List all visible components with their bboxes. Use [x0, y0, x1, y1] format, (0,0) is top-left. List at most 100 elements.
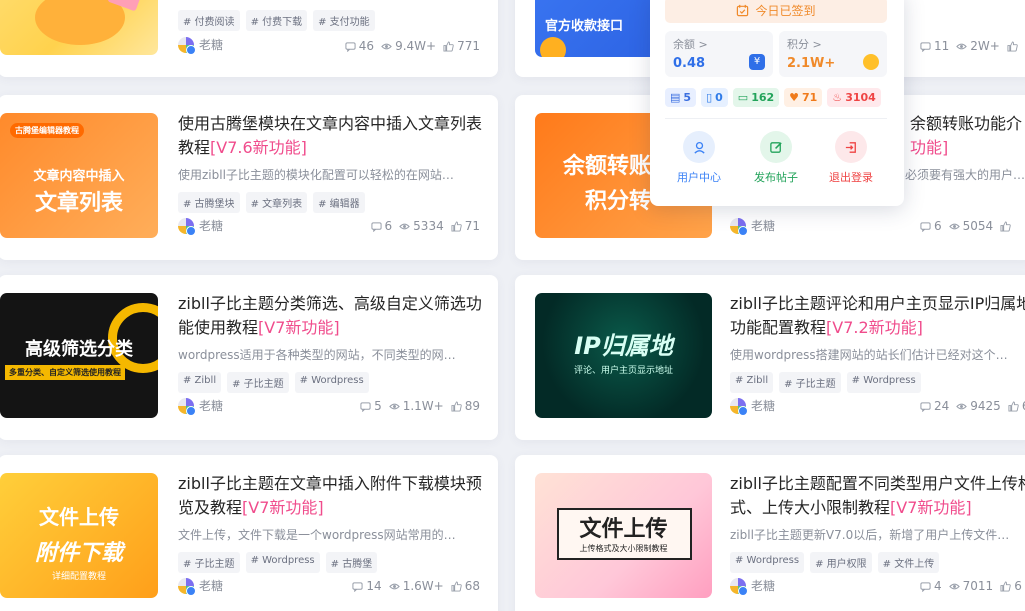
- post-author[interactable]: 老糖: [178, 577, 223, 596]
- user-stat-badges: ▤ 5 ▯ 0 ▭ 162 ♥ 71 ♨ 3104: [665, 88, 881, 107]
- comment-count: 5: [360, 399, 382, 413]
- tag-chip[interactable]: # 支付功能: [313, 10, 375, 31]
- post-card[interactable]: 文件上传 附件下载 详细配置教程 zibll子比主题在文章中插入附件下载模块预览…: [0, 455, 498, 611]
- post-stats: 14 1.6W+ 68: [352, 579, 480, 593]
- favorites-count-badge[interactable]: ▯ 0: [701, 88, 728, 107]
- post-author[interactable]: 老糖: [178, 217, 224, 236]
- post-stats: 6 5334 71: [370, 219, 480, 233]
- post-author[interactable]: 老糖: [178, 397, 224, 416]
- tag-chip[interactable]: # 子比主题: [178, 552, 240, 573]
- tag-chip[interactable]: # Wordpress: [245, 552, 320, 573]
- tag-chip[interactable]: # 子比主题: [779, 372, 841, 393]
- post-card[interactable]: IP归属地 评论、用户主页显示地址 zibll子比主题评论和用户主页显示IP归属…: [515, 275, 1025, 440]
- divider: [665, 118, 887, 119]
- thumbs-up-icon: [451, 220, 462, 232]
- tag-chip[interactable]: # Wordpress: [846, 372, 921, 393]
- comment-icon: [345, 41, 356, 52]
- post-title[interactable]: zibll子比主题评论和用户主页显示IP归属地功能配置教程[V7.2新功能]: [730, 292, 1025, 340]
- post-stats: 24 9425 6: [920, 399, 1025, 413]
- post-thumbnail[interactable]: 高级筛选分类 多重分类、自定义筛选使用教程: [0, 293, 158, 418]
- view-count: 1.6W+: [388, 579, 444, 593]
- comment-icon: [352, 581, 364, 592]
- points-card[interactable]: 积分 > 2.1W+: [779, 31, 887, 77]
- post-author[interactable]: 老糖: [730, 217, 775, 236]
- popularity-count-badge[interactable]: ♨ 3104: [827, 88, 881, 107]
- posts-count-badge[interactable]: ▤ 5: [665, 88, 697, 107]
- like-count[interactable]: 89: [451, 399, 480, 413]
- view-count: 5334: [399, 219, 444, 233]
- post-thumbnail[interactable]: 文件上传 上传格式及大小限制教程: [535, 473, 712, 598]
- view-count: 2W+: [956, 39, 1000, 53]
- post-title[interactable]: 余额转账功能介 功能]: [910, 112, 1025, 160]
- tag-chip[interactable]: # 文件上传: [877, 552, 940, 573]
- logout-button[interactable]: 退出登录: [816, 131, 886, 185]
- comment-count: 4: [920, 579, 942, 593]
- likes-count-badge[interactable]: ♥ 71: [784, 88, 823, 107]
- comment-count: 14: [352, 579, 382, 593]
- tag-chip[interactable]: # 子比主题: [227, 372, 289, 393]
- view-count: 5054: [948, 219, 993, 233]
- like-count[interactable]: 6: [1008, 399, 1025, 413]
- avatar: [178, 36, 196, 55]
- eye-icon: [399, 223, 410, 229]
- comment-count: 6: [920, 219, 942, 233]
- avatar: [178, 217, 196, 236]
- signin-label: 今日已签到: [755, 3, 816, 18]
- tag-chip[interactable]: # 付费下载: [245, 10, 308, 31]
- balance-label: 余额 >: [673, 38, 708, 51]
- post-thumbnail[interactable]: [0, 0, 158, 55]
- post-card[interactable]: 高级筛选分类 多重分类、自定义筛选使用教程 zibll子比主题分类筛选、高级自定…: [0, 275, 498, 440]
- post-card[interactable]: 文件上传 上传格式及大小限制教程 zibll子比主题配置不同类型用户文件上传格式…: [515, 455, 1025, 611]
- tag-chip[interactable]: # Wordpress: [730, 552, 805, 573]
- like-count[interactable]: 68: [451, 579, 480, 593]
- thumbs-up-icon: [1000, 580, 1011, 592]
- signin-status[interactable]: 今日已签到: [665, 0, 887, 23]
- post-thumbnail[interactable]: 古腾堡编辑器教程 文章内容中插入 文章列表: [0, 113, 158, 238]
- like-count[interactable]: 71: [451, 219, 480, 233]
- post-author[interactable]: 老糖: [730, 577, 776, 596]
- comment-count: 6: [370, 219, 392, 233]
- post-stats: 11 2W+: [920, 39, 1018, 53]
- tag-chip[interactable]: # Wordpress: [294, 372, 369, 393]
- post-card[interactable]: 古腾堡编辑器教程 文章内容中插入 文章列表 使用古腾堡模块在文章内容中插入文章列…: [0, 95, 498, 260]
- comment-count: 11: [920, 39, 949, 53]
- post-excerpt: 必须要有强大的用户…: [905, 168, 1025, 182]
- like-count[interactable]: [1000, 219, 1011, 233]
- post-card[interactable]: # 付费阅读 # 付费下载 # 支付功能 老糖 46 9.4W+ 771: [0, 0, 498, 77]
- author-name: 老糖: [751, 399, 776, 413]
- post-title[interactable]: zibll子比主题配置不同类型用户文件上传格式、上传大小限制教程[V7新功能]: [730, 472, 1025, 520]
- tag-chip[interactable]: # Zibll: [178, 372, 222, 393]
- post-title[interactable]: zibll子比主题分类筛选、高级自定义筛选功能使用教程[V7新功能]: [178, 292, 483, 340]
- logout-icon: [845, 141, 856, 153]
- post-tags: # Zibll # 子比主题 # Wordpress: [730, 372, 921, 393]
- user-center-label: 用户中心: [677, 171, 721, 184]
- user-center-button[interactable]: 用户中心: [664, 131, 734, 185]
- tag-chip[interactable]: # 用户权限: [810, 552, 872, 573]
- publish-post-button[interactable]: 发布帖子: [741, 131, 811, 185]
- post-author[interactable]: 老糖: [178, 36, 223, 55]
- author-name: 老糖: [199, 399, 224, 413]
- avatar: [730, 217, 748, 236]
- like-count[interactable]: [1007, 39, 1018, 53]
- tag-chip[interactable]: # 编辑器: [313, 192, 365, 213]
- post-title[interactable]: 使用古腾堡模块在文章内容中插入文章列表教程[V7.6新功能]: [178, 112, 483, 160]
- post-thumbnail[interactable]: 文件上传 附件下载 详细配置教程: [0, 473, 158, 598]
- balance-card[interactable]: 余额 > 0.48 ¥: [665, 31, 773, 77]
- calendar-check-icon: [737, 4, 749, 16]
- tag-chip[interactable]: # 古腾堡块: [178, 192, 240, 213]
- like-count[interactable]: 6: [1000, 579, 1022, 593]
- author-name: 老糖: [199, 219, 224, 233]
- post-tags: # 付费阅读 # 付费下载 # 支付功能: [178, 10, 375, 31]
- post-author[interactable]: 老糖: [730, 397, 776, 416]
- like-count[interactable]: 771: [443, 39, 480, 53]
- tag-chip[interactable]: # 古腾堡: [325, 552, 378, 573]
- post-title[interactable]: zibll子比主题在文章中插入附件下载模块预览及教程[V7新功能]: [178, 472, 483, 520]
- comment-icon: [360, 401, 371, 412]
- tag-chip[interactable]: # Zibll: [730, 372, 774, 393]
- author-name: 老糖: [751, 579, 776, 593]
- tag-chip[interactable]: # 文章列表: [245, 192, 308, 213]
- post-thumbnail[interactable]: IP归属地 评论、用户主页显示地址: [535, 293, 712, 418]
- tag-chip[interactable]: # 付费阅读: [178, 10, 240, 31]
- thumbs-up-icon: [1007, 40, 1018, 52]
- comments-count-badge[interactable]: ▭ 162: [732, 88, 780, 107]
